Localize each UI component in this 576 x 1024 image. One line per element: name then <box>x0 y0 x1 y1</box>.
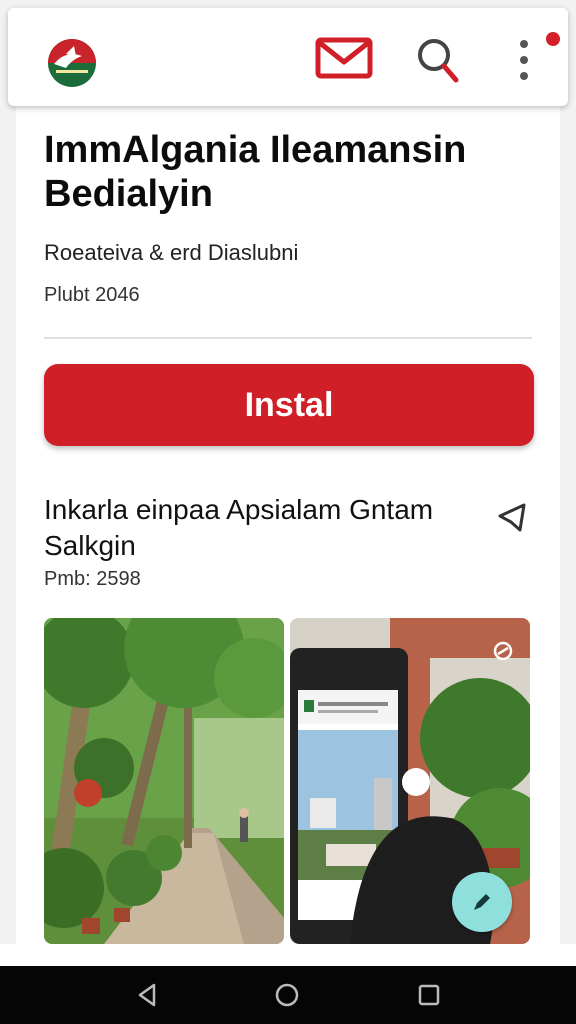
system-nav-bar <box>0 966 576 1024</box>
home-icon[interactable] <box>272 980 302 1010</box>
app-title: ImmAlgania Ileamansin Bedialyin <box>44 129 467 215</box>
mail-icon[interactable] <box>314 36 374 80</box>
search-icon[interactable] <box>416 36 460 84</box>
publish-date: Plubt 2046 <box>44 284 140 306</box>
install-button[interactable]: Instal <box>44 364 534 446</box>
divider <box>44 337 532 339</box>
clipped-content: — — — — — <box>0 944 576 966</box>
recents-icon[interactable] <box>414 980 444 1010</box>
notification-dot <box>544 30 562 48</box>
app-logo-icon[interactable] <box>42 34 102 92</box>
pencil-icon <box>474 894 490 910</box>
back-icon[interactable] <box>132 980 162 1010</box>
screen: ImmAlgania Ileamansin Bedialyin Roeateiv… <box>0 0 576 1024</box>
share-icon[interactable] <box>496 500 530 534</box>
more-vert-icon[interactable] <box>510 38 538 82</box>
screenshot-phone[interactable] <box>290 618 530 944</box>
section-title: Inkarla einpaa Apsialam Gntam Salkgin <box>44 494 434 561</box>
edit-fab[interactable] <box>452 872 512 932</box>
screenshot-garden-path[interactable] <box>44 618 284 944</box>
badge-icon <box>493 641 513 661</box>
developer-name[interactable]: Roeateiva & erd Diaslubni <box>44 240 298 266</box>
top-app-bar <box>8 8 568 106</box>
garden-path-image <box>44 618 284 944</box>
clipped-text: — — — — — <box>84 958 194 966</box>
section-date: Pmb: 2598 <box>44 568 141 590</box>
